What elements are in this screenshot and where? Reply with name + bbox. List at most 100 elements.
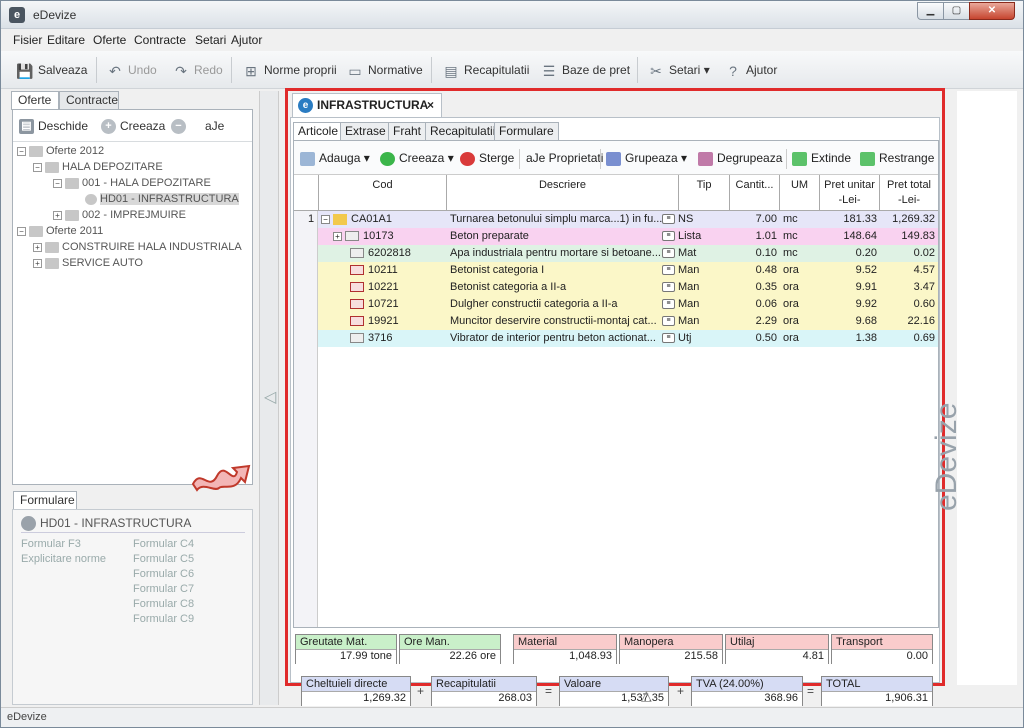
formular-link[interactable]: Formular C6 <box>133 568 194 580</box>
tree-node[interactable]: + CONSTRUIRE HALA INDUSTRIALA <box>33 240 242 255</box>
extinde-button[interactable]: Extinde <box>792 151 851 166</box>
cell-cantitate[interactable]: 0.10 <box>730 245 780 262</box>
cell-pret-unitar[interactable]: 9.52 <box>820 262 880 279</box>
tab-articole[interactable]: Articole <box>293 122 344 141</box>
table-row[interactable]: 10211 Betonist categoria I ≡ Man 0.48 ora 9.52… <box>318 262 938 279</box>
grupeaza-button[interactable]: Grupeaza ▾ <box>606 151 687 166</box>
menu-setari[interactable]: Setari <box>195 33 226 47</box>
cell-pret-total[interactable]: 22.16 <box>880 313 938 330</box>
cell-tip[interactable]: Lista <box>678 228 728 245</box>
table-row[interactable]: − CA01A1 Turnarea betonului simplu marca..… <box>318 211 938 228</box>
adauga-button[interactable]: Adauga ▾ <box>300 151 370 166</box>
cell-um[interactable]: ora <box>780 262 820 279</box>
tab-oferte[interactable]: Oferte <box>11 91 59 110</box>
cell-pret-unitar[interactable]: 9.68 <box>820 313 880 330</box>
comment-icon[interactable]: ≡ <box>662 248 675 259</box>
tree-node[interactable]: + SERVICE AUTO <box>33 256 143 271</box>
col-pret-total[interactable]: Pret total -Lei- <box>880 175 938 211</box>
cell-tip[interactable]: Utj <box>678 330 728 347</box>
tab-fraht[interactable]: Fraht <box>388 122 427 140</box>
cell-cantitate[interactable]: 0.06 <box>730 296 780 313</box>
cell-descriere[interactable]: Betonist categoria I <box>448 262 662 279</box>
panel-splitter[interactable]: ◁ <box>259 91 279 705</box>
formular-link[interactable]: Formular C8 <box>133 598 194 610</box>
col-tip[interactable]: Tip <box>679 175 730 211</box>
cell-pret-total[interactable]: 0.02 <box>880 245 938 262</box>
formular-link[interactable]: Explicitare norme <box>21 553 106 565</box>
setari-button[interactable]: ✂ Setari ▾ <box>646 59 710 81</box>
cell-cantitate[interactable]: 1.01 <box>730 228 780 245</box>
cell-descriere[interactable]: Beton preparate <box>448 228 662 245</box>
comment-icon[interactable]: ≡ <box>662 265 675 276</box>
cell-cantitate[interactable]: 2.29 <box>730 313 780 330</box>
table-row[interactable]: 10721 Dulgher constructii categoria a II-… <box>318 296 938 313</box>
comment-icon[interactable]: ≡ <box>662 231 675 242</box>
cell-cantitate[interactable]: 0.35 <box>730 279 780 296</box>
cell-descriere[interactable]: Betonist categoria a II-a <box>448 279 662 296</box>
collapse-bottom-icon[interactable]: △ <box>641 687 652 704</box>
tab-recapitulatii[interactable]: Recapitulatii <box>425 122 501 140</box>
tree-node-selected[interactable]: HD01 - INFRASTRUCTURA <box>85 192 239 207</box>
col-um[interactable]: UM <box>780 175 820 211</box>
cell-cod[interactable]: 10721 <box>318 296 446 313</box>
creeaza-button[interactable]: + Creeaza <box>101 119 165 135</box>
menu-editare[interactable]: Editare <box>47 33 85 47</box>
cell-tip[interactable]: Mat <box>678 245 728 262</box>
cell-um[interactable]: mc <box>780 228 820 245</box>
cell-cod[interactable]: 10211 <box>318 262 446 279</box>
tree-node[interactable]: − Oferte 2011 <box>17 224 103 239</box>
cell-cod[interactable]: 10221 <box>318 279 446 296</box>
deschide-button[interactable]: ▤ Deschide <box>19 119 88 135</box>
normative-button[interactable]: ▭ Normative <box>345 59 422 81</box>
menu-contracte[interactable]: Contracte <box>134 33 186 47</box>
cell-tip[interactable]: Man <box>678 279 728 296</box>
cell-pret-total[interactable]: 0.69 <box>880 330 938 347</box>
proprietati-button[interactable]: aJe Proprietati <box>526 151 603 165</box>
cell-um[interactable]: ora <box>780 313 820 330</box>
tree-node[interactable]: − HALA DEPOZITARE <box>33 160 163 175</box>
formular-link[interactable]: Formular C7 <box>133 583 194 595</box>
cell-tip[interactable]: NS <box>678 211 728 228</box>
cell-pret-unitar[interactable]: 9.92 <box>820 296 880 313</box>
cell-cod[interactable]: 3716 <box>318 330 446 347</box>
cell-cod[interactable]: 19921 <box>318 313 446 330</box>
cell-pret-total[interactable]: 4.57 <box>880 262 938 279</box>
close-tab-icon[interactable]: × <box>427 94 434 116</box>
table-row[interactable]: 19921 Muncitor deservire constructii-mont… <box>318 313 938 330</box>
degrupeaza-button[interactable]: Degrupeaza <box>698 151 782 166</box>
comment-icon[interactable]: ≡ <box>662 299 675 310</box>
table-row[interactable]: 10221 Betonist categoria a II-a ≡ Man 0.35 or… <box>318 279 938 296</box>
norme-proprii-button[interactable]: ⊞ Norme proprii <box>241 59 337 81</box>
undo-button[interactable]: ↶ Undo <box>105 59 157 81</box>
baze-de-pret-button[interactable]: ☰ Baze de pret <box>539 59 630 81</box>
cell-descriere[interactable]: Vibrator de interior pentru beton action… <box>448 330 662 347</box>
cell-descriere[interactable]: Apa industriala pentru mortare si betoan… <box>448 245 662 262</box>
recapitulatii-button[interactable]: ▤ Recapitulatii <box>441 59 529 81</box>
col-cod[interactable]: Cod <box>319 175 447 211</box>
menu-oferte[interactable]: Oferte <box>93 33 126 47</box>
cell-cod[interactable]: − CA01A1 <box>318 211 446 228</box>
tab-contracte[interactable]: Contracte <box>59 91 119 109</box>
col-cantitate[interactable]: Cantit... <box>730 175 780 211</box>
cell-pret-unitar[interactable]: 0.20 <box>820 245 880 262</box>
cell-cantitate[interactable]: 0.50 <box>730 330 780 347</box>
col-descriere[interactable]: Descriere <box>447 175 679 211</box>
creeaza-button[interactable]: Creeaza ▾ <box>380 151 454 166</box>
rename-button[interactable]: aJe <box>205 119 224 133</box>
ajutor-button[interactable]: ? Ajutor <box>723 59 777 81</box>
table-row[interactable]: +10173 Beton preparate ≡ Lista 1.01 mc 148.64 1… <box>318 228 938 245</box>
comment-icon[interactable]: ≡ <box>662 282 675 293</box>
cell-pret-total[interactable]: 1,269.32 <box>880 211 938 228</box>
formular-link[interactable]: Formular C9 <box>133 613 194 625</box>
cell-pret-unitar[interactable]: 9.91 <box>820 279 880 296</box>
table-row[interactable]: 3716 Vibrator de interior pentru beton ac… <box>318 330 938 347</box>
formular-link[interactable]: Formular C5 <box>133 553 194 565</box>
cell-tip[interactable]: Man <box>678 262 728 279</box>
cell-descriere[interactable]: Turnarea betonului simplu marca...1) in … <box>448 211 662 228</box>
cell-pret-total[interactable]: 3.47 <box>880 279 938 296</box>
cell-descriere[interactable]: Dulgher constructii categoria a II-a <box>448 296 662 313</box>
cell-tip[interactable]: Man <box>678 296 728 313</box>
tree-node[interactable]: +002 - IMPREJMUIRE <box>53 208 186 223</box>
delete-button[interactable]: − <box>171 119 190 135</box>
table-row[interactable]: 6202818 Apa industriala pentru mortare si… <box>318 245 938 262</box>
